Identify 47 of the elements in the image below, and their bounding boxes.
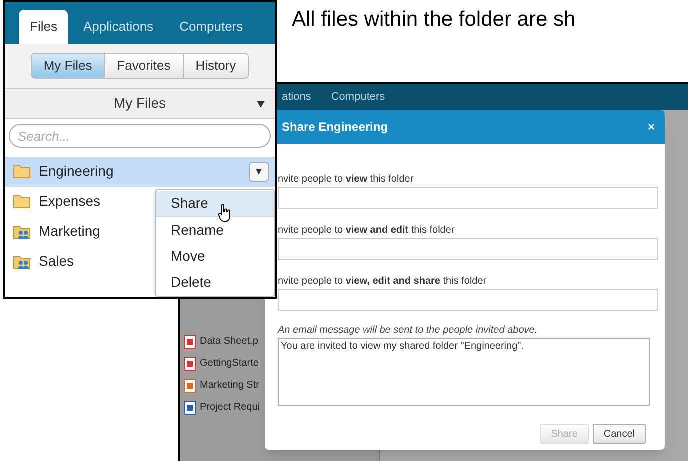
close-button[interactable]: × — [648, 118, 655, 136]
menu-item[interactable]: Delete — [156, 269, 274, 295]
folder-name: Sales — [39, 252, 74, 271]
dropdown-caret-icon — [257, 100, 265, 108]
folder-name: Marketing — [39, 222, 100, 241]
file-name[interactable]: Project Requi — [200, 400, 260, 415]
folder-icon — [13, 194, 31, 209]
shared-folder-icon — [13, 224, 31, 240]
tab[interactable]: Applications — [72, 10, 165, 44]
menu-item[interactable]: Rename — [156, 217, 274, 243]
tab[interactable]: Files — [19, 10, 68, 44]
hand-cursor-icon — [218, 204, 232, 222]
view-toggle[interactable]: History — [182, 54, 248, 78]
view-toggle[interactable]: Favorites — [104, 54, 183, 78]
pdf-file-icon — [184, 334, 196, 348]
message-text-area[interactable]: You are invited to view my shared folder "Engineering". — [278, 338, 650, 406]
menu-item[interactable]: Move — [156, 243, 274, 269]
shared-folder-icon — [13, 254, 31, 270]
file-name[interactable]: Data Sheet.p — [200, 334, 258, 349]
pdf-file-icon — [184, 356, 196, 370]
email-input-field[interactable] — [278, 187, 658, 209]
field-label: nvite people to view this folder — [278, 173, 415, 185]
email-input-field[interactable] — [278, 238, 658, 260]
cancel-button[interactable]: Cancel — [592, 424, 646, 444]
document-file-icon — [184, 400, 196, 414]
nav-tab[interactable]: ations — [282, 88, 312, 106]
email-note: An email message will be sent to the people invited above. — [278, 324, 539, 338]
field-label: nvite people to view, edit and share this folder — [278, 275, 488, 287]
email-input-field[interactable] — [278, 289, 658, 311]
presentation-file-icon — [184, 378, 196, 392]
section-title: My Files — [114, 94, 166, 113]
view-toggle[interactable]: My Files — [32, 54, 104, 78]
folder-icon — [13, 164, 31, 179]
row-menu-icon[interactable] — [249, 162, 269, 182]
search-field[interactable]: Search... — [9, 124, 271, 148]
folder-name: Engineering — [39, 162, 114, 181]
file-name[interactable]: GettingStarte — [200, 356, 259, 371]
folder-name: Expenses — [39, 192, 100, 211]
section-header[interactable]: My Files — [5, 88, 275, 119]
dialog-title: Share Engineering — [282, 119, 388, 136]
tab[interactable]: Computers — [168, 10, 254, 44]
file-name[interactable]: Marketing Str — [200, 378, 260, 393]
folder-row[interactable]: Engineering — [5, 156, 275, 186]
menu-item[interactable]: Share — [156, 191, 274, 217]
field-label: nvite people to view and edit this folder — [278, 224, 456, 236]
nav-tab[interactable]: Computers — [331, 88, 386, 106]
caption: All files within the folder are sh — [292, 7, 576, 33]
